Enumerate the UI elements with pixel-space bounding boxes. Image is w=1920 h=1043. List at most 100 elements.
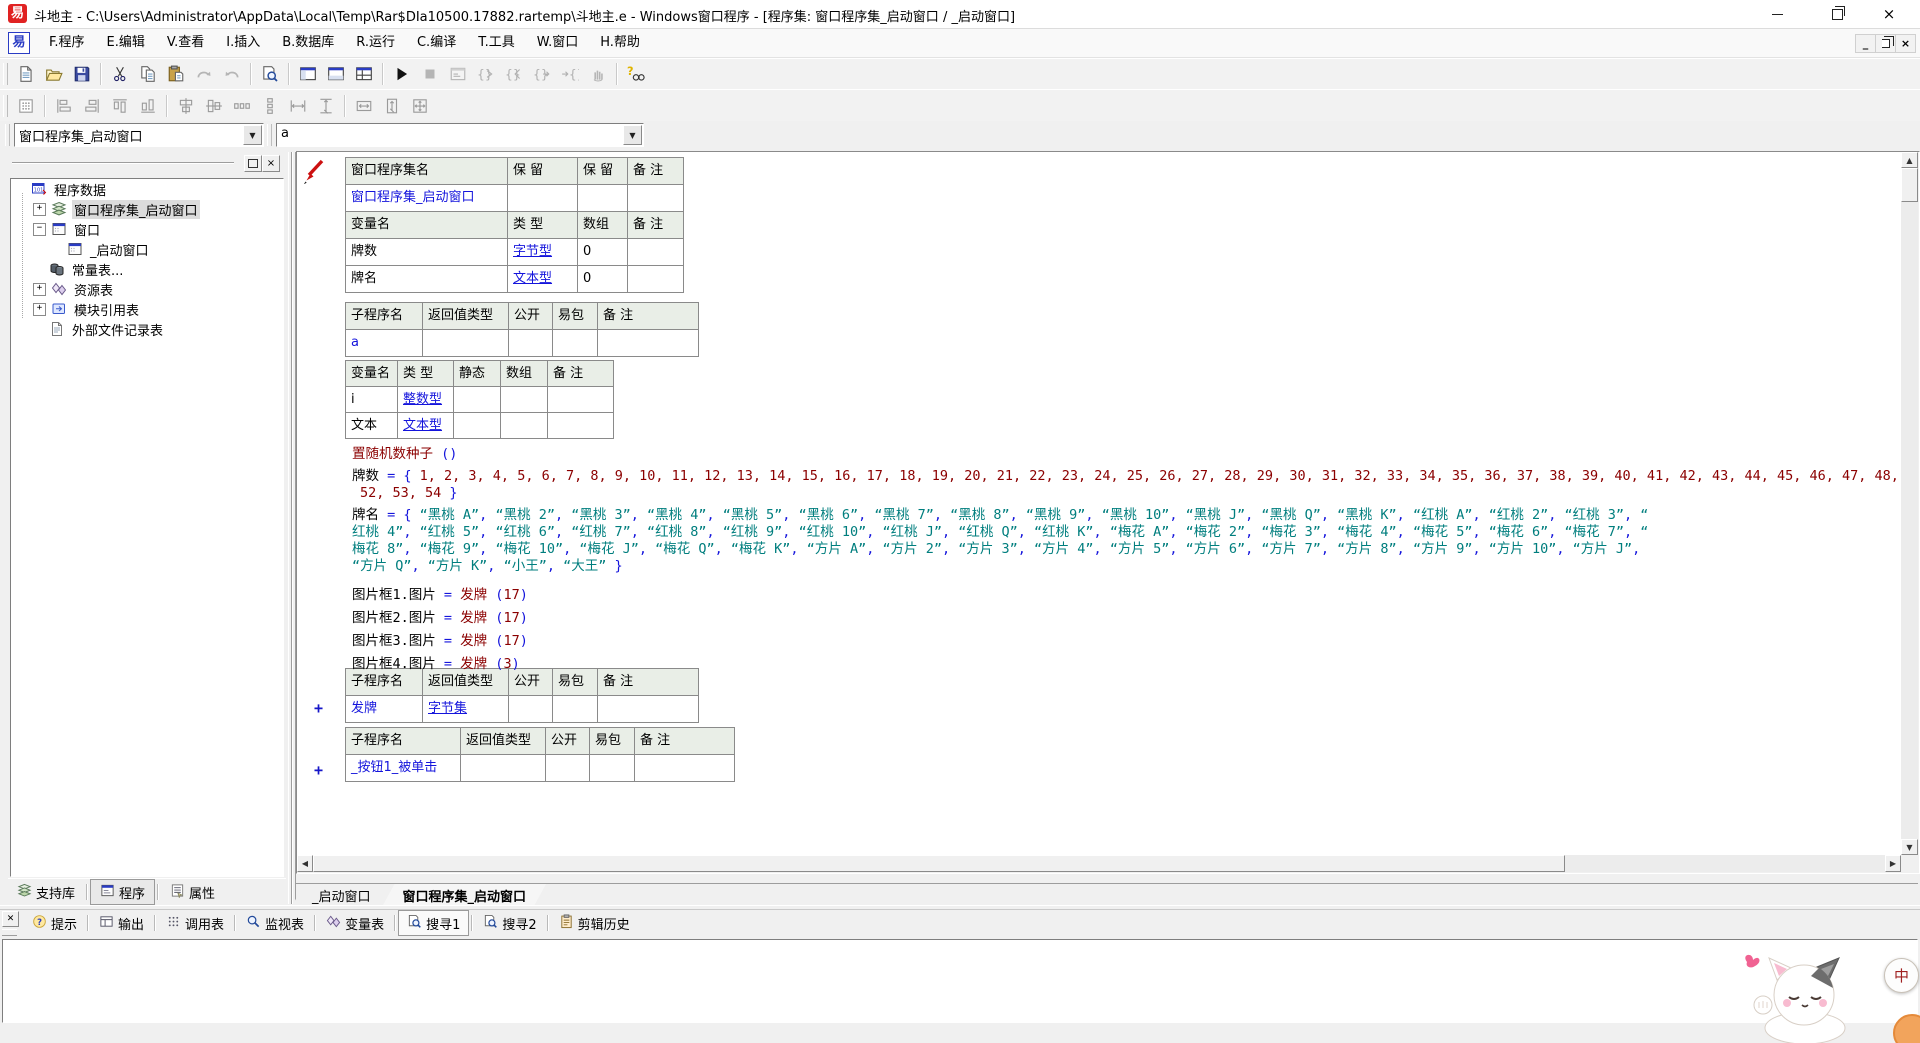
bottom-tab-搜寻1[interactable]: 搜寻1 <box>398 910 469 936</box>
run-button[interactable] <box>389 61 415 87</box>
align-right-button[interactable] <box>79 93 105 119</box>
sidebar-drag-handle[interactable] <box>12 162 234 164</box>
bottom-tab-调用表[interactable]: 调用表 <box>158 911 232 935</box>
panel-splitter[interactable] <box>292 152 296 904</box>
table-cell[interactable] <box>454 413 501 439</box>
code-line[interactable]: 牌名 = { “黑桃 A”, “黑桃 2”, “黑桃 3”, “黑桃 4”, “… <box>352 507 1648 524</box>
mdi-close-button[interactable]: × <box>1895 35 1915 52</box>
new-button[interactable] <box>13 61 39 87</box>
center-horizontal-button[interactable] <box>173 93 199 119</box>
space-down-button[interactable] <box>257 93 283 119</box>
close-button[interactable]: × <box>1866 0 1912 28</box>
table-cell[interactable] <box>628 239 684 266</box>
column-header-cell[interactable]: 备 注 <box>548 361 614 387</box>
table-cell[interactable]: 文本 <box>346 413 398 439</box>
table-cell[interactable] <box>508 185 578 212</box>
save-button[interactable] <box>69 61 95 87</box>
sidebar-close-button[interactable]: × <box>262 155 280 172</box>
form-grid-button[interactable] <box>13 93 39 119</box>
center-in-form-button[interactable] <box>313 93 339 119</box>
align-left-button[interactable] <box>51 93 77 119</box>
code-editor[interactable]: 窗口程序集名保 留保 留备 注窗口程序集_启动窗口变量名类 型数组备 注牌数字节… <box>297 152 1901 855</box>
toolbar-grip[interactable] <box>5 124 10 146</box>
column-header-cell[interactable]: 返回值类型 <box>461 728 546 755</box>
column-header-cell[interactable]: 易包 <box>553 303 598 330</box>
subroutine-combo[interactable]: a ▼ <box>276 123 644 147</box>
toolbar-grip[interactable] <box>267 124 272 146</box>
bottom-panel-close-button[interactable]: ✕ <box>2 911 19 927</box>
column-header-cell[interactable]: 类 型 <box>508 212 578 239</box>
bottom-panel-grip[interactable] <box>2 929 17 936</box>
table-cell[interactable] <box>454 387 501 413</box>
column-header-cell[interactable]: 易包 <box>553 669 598 696</box>
code-line[interactable]: 52, 53, 54 } <box>360 485 458 502</box>
table-cell[interactable] <box>553 696 598 723</box>
expand-icon[interactable]: + <box>33 203 46 216</box>
column-header-cell[interactable]: 公开 <box>509 303 553 330</box>
tree-item-窗口程序集_启动窗口[interactable]: +窗口程序集_启动窗口 <box>11 199 283 219</box>
table-cell[interactable] <box>553 330 598 357</box>
horizontal-scroll-thumb[interactable] <box>313 855 1565 872</box>
open-button[interactable] <box>41 61 67 87</box>
column-header-cell[interactable]: 变量名 <box>346 361 398 387</box>
same-height-button[interactable] <box>379 93 405 119</box>
align-bottom-button[interactable] <box>135 93 161 119</box>
layout-left-panel-button[interactable] <box>295 61 321 87</box>
desktop-pet-cat[interactable] <box>1733 950 1858 1043</box>
editor-tab-_启动窗口[interactable]: _启动窗口 <box>292 884 391 906</box>
column-header-cell[interactable]: 保 留 <box>578 158 628 185</box>
expand-subroutine-button[interactable]: + <box>314 699 323 717</box>
space-across-button[interactable] <box>229 93 255 119</box>
table-cell[interactable] <box>548 413 614 439</box>
table-cell[interactable] <box>509 330 553 357</box>
code-line[interactable]: 置随机数种子 () <box>352 446 457 463</box>
menu-item-w[interactable]: W.窗口 <box>526 29 590 57</box>
bottom-tab-提示[interactable]: ?提示 <box>24 911 85 935</box>
table-cell[interactable]: _按钮1_被单击 <box>346 755 461 782</box>
collapse-icon[interactable]: − <box>33 223 46 236</box>
code-line[interactable]: 图片框1.图片 = 发牌 (17) <box>352 587 528 604</box>
vertical-scrollbar[interactable] <box>1901 152 1918 855</box>
toolbar-grip[interactable] <box>3 95 8 117</box>
column-header-cell[interactable]: 子程序名 <box>346 669 423 696</box>
code-line[interactable]: 图片框3.图片 = 发牌 (17) <box>352 633 528 650</box>
ime-language-badge[interactable]: 中 <box>1884 958 1919 993</box>
bottom-tab-监视表[interactable]: 监视表 <box>238 911 312 935</box>
cut-button[interactable] <box>107 61 133 87</box>
mdi-restore-button[interactable] <box>1875 35 1895 52</box>
tree-item-外部文件记录表[interactable]: 外部文件记录表 <box>11 319 283 339</box>
table-cell[interactable] <box>548 387 614 413</box>
sidebar-tab-属性[interactable]: 属性 <box>161 880 224 904</box>
code-line[interactable]: 梅花 8”, “梅花 9”, “梅花 10”, “梅花 J”, “梅花 Q”, … <box>352 541 1640 558</box>
layout-grid-button[interactable] <box>351 61 377 87</box>
table-cell[interactable]: 文本型 <box>398 413 454 439</box>
column-header-cell[interactable]: 返回值类型 <box>423 303 509 330</box>
table-cell[interactable] <box>598 330 699 357</box>
menu-item-t[interactable]: T.工具 <box>467 29 526 57</box>
column-header-cell[interactable]: 公开 <box>546 728 590 755</box>
table-cell[interactable] <box>501 413 548 439</box>
column-header-cell[interactable]: 静态 <box>454 361 501 387</box>
subroutine-combo-arrow-icon[interactable]: ▼ <box>623 125 642 145</box>
expand-icon[interactable]: + <box>33 303 46 316</box>
column-header-cell[interactable]: 备 注 <box>598 669 699 696</box>
menu-item-f[interactable]: F.程序 <box>38 29 96 57</box>
sidebar-tab-程序[interactable]: 程序 <box>90 879 155 905</box>
menu-item-e[interactable]: E.编辑 <box>96 29 156 57</box>
bottom-tab-剪辑历史[interactable]: 剪辑历史 <box>551 911 638 935</box>
minimize-button[interactable] <box>1754 0 1800 28</box>
table-cell[interactable]: 字节型 <box>508 239 578 266</box>
table-cell[interactable]: 文本型 <box>508 266 578 293</box>
table-cell[interactable]: i <box>346 387 398 413</box>
expand-subroutine-button[interactable]: + <box>314 761 323 779</box>
code-line[interactable]: 牌数 = { 1, 2, 3, 4, 5, 6, 7, 8, 9, 10, 11… <box>352 468 1901 485</box>
column-header-cell[interactable]: 子程序名 <box>346 728 461 755</box>
column-header-cell[interactable]: 子程序名 <box>346 303 423 330</box>
mdi-minimize-button[interactable]: _ <box>1856 35 1875 52</box>
code-line[interactable]: “方片 Q”, “方片 K”, “小王”, “大王” } <box>352 558 623 575</box>
sidebar-tab-支持库[interactable]: 支持库 <box>8 880 84 904</box>
code-line[interactable]: 图片框2.图片 = 发牌 (17) <box>352 610 528 627</box>
layout-bottom-panel-button[interactable] <box>323 61 349 87</box>
table-cell[interactable] <box>628 266 684 293</box>
same-width-button[interactable] <box>351 93 377 119</box>
